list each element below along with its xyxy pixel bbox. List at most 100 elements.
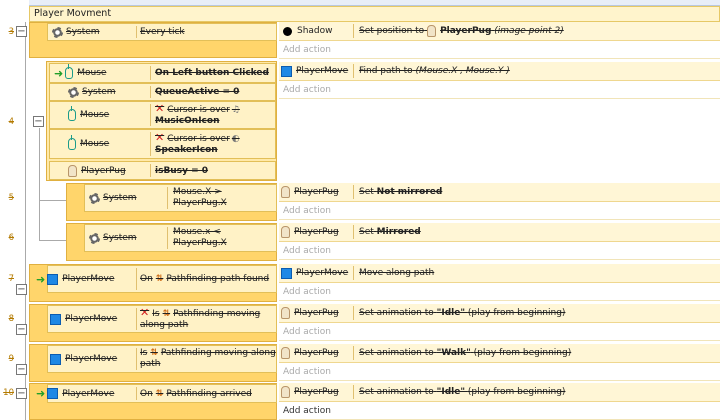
condition-row[interactable]: System QueueActive = 0 [49, 83, 276, 101]
add-action-link[interactable]: Add action [279, 363, 720, 381]
condition-row[interactable]: PlayerPug isBusy = 0 [49, 161, 276, 180]
action-row[interactable]: PlayerPug Set Not mirrored [279, 183, 720, 202]
condition-text: isBusy = 0 [155, 165, 209, 176]
action-row[interactable]: Shadow Set position to PlayerPug (image … [279, 22, 720, 41]
condition-row[interactable]: Mouse ✕ Cursor is over ◐ SpeakerIcon [49, 129, 276, 159]
condition-row[interactable]: ➜ PlayerMove On ⇅ Pathfinding arrived [36, 384, 277, 403]
condition-target: SpeakerIcon [155, 145, 218, 155]
pathfinding-behavior-icon [47, 388, 59, 399]
condition-row[interactable]: ➜ PlayerMove On ⇅ Pathfinding path found [36, 265, 277, 293]
action-params: (Mouse.X , Mouse.Y ) [415, 66, 510, 76]
action-object: PlayerPug [294, 387, 339, 397]
action-object: PlayerPug [294, 348, 339, 358]
pathfinding-behavior-icon [281, 65, 292, 77]
condition-text: Mouse.x < PlayerPug.X [173, 227, 227, 248]
add-action-link[interactable]: Add action [279, 202, 720, 220]
action-row[interactable]: PlayerPug Set Mirrored [279, 223, 720, 242]
condition-text: Cursor is over [167, 105, 230, 115]
collapse-toggle[interactable]: − [16, 324, 27, 335]
condition-object: System [103, 193, 137, 203]
collapse-toggle[interactable]: − [16, 26, 27, 37]
group-title: Player Movment [34, 8, 112, 19]
action-text: Set [359, 227, 374, 237]
add-action-link[interactable]: Add action [279, 41, 720, 59]
condition-row[interactable]: System Mouse.x < PlayerPug.X [84, 224, 277, 252]
condition-object: Mouse [80, 110, 110, 120]
condition-object: Mouse [77, 68, 107, 78]
trigger-arrow-icon: ➜ [36, 387, 46, 400]
action-text: Set animation to [359, 387, 434, 397]
pug-icon [281, 226, 290, 238]
path-icon: ⇅ [155, 388, 164, 399]
condition-object: PlayerMove [65, 314, 118, 324]
condition-row[interactable]: Mouse ✕ Cursor is over ♫ MusicOnIcon [49, 101, 276, 129]
gear-icon [68, 86, 79, 98]
action-row[interactable]: PlayerPug Set animation to "Idle" (play … [279, 304, 720, 323]
gear-icon [89, 232, 100, 244]
condition-prefix: Is [140, 348, 148, 358]
condition-text: QueueActive = 0 [155, 87, 240, 97]
collapse-toggle[interactable]: − [33, 116, 44, 127]
action-text: Find path to [359, 66, 413, 76]
condition-prefix: On [140, 273, 153, 284]
event-number: 4 [8, 117, 14, 127]
action-row[interactable]: PlayerPug Set animation to "Idle" (play … [279, 383, 720, 402]
mouse-icon [68, 135, 76, 150]
condition-object: PlayerPug [81, 165, 126, 176]
event-block[interactable]: PlayerMove Is ⇅ Pathfinding moving along p… [29, 344, 277, 382]
add-action-link[interactable]: Add action [279, 323, 720, 341]
event-number: 5 [8, 193, 14, 203]
condition-row[interactable]: ➜ Mouse On Left button Clicked [49, 63, 276, 83]
group-header[interactable]: Player Movment [29, 6, 720, 22]
collapse-toggle[interactable]: − [16, 364, 27, 375]
pug-icon [427, 25, 437, 37]
music-icon: ♫ [231, 105, 240, 115]
action-params: (play from beginning) [473, 348, 572, 358]
pathfinding-behavior-icon [50, 313, 61, 325]
action-object: PlayerPug [294, 227, 339, 237]
action-object: PlayerPug [294, 187, 339, 197]
pathfinding-behavior-icon [281, 267, 292, 279]
condition-text: Every tick [140, 27, 185, 37]
action-value: Mirrored [376, 227, 421, 237]
action-row[interactable]: PlayerPug Set animation to "Walk" (play … [279, 344, 720, 363]
condition-row[interactable]: System Every tick [47, 23, 277, 41]
shadow-icon [283, 26, 292, 36]
pug-icon [281, 307, 290, 319]
condition-text: Pathfinding arrived [166, 388, 252, 399]
invert-x-icon: ✕ [155, 131, 165, 144]
action-object: PlayerMove [296, 268, 349, 278]
event-block[interactable]: ➜ PlayerMove On ⇅ Pathfinding path found [29, 264, 277, 302]
condition-text: On Left button Clicked [155, 68, 269, 78]
event-block[interactable]: ➜ PlayerMove On ⇅ Pathfinding arrived [29, 383, 277, 420]
collapse-toggle[interactable]: − [16, 284, 27, 295]
condition-object: PlayerMove [62, 274, 115, 284]
add-action-link[interactable]: Add action [279, 402, 720, 420]
condition-row[interactable]: PlayerMove Is ⇅ Pathfinding moving along p… [47, 345, 277, 373]
add-action-link[interactable]: Add action [279, 242, 720, 260]
action-text: Set [359, 187, 374, 197]
action-text: Set animation to [359, 348, 434, 358]
tree-branch [39, 200, 67, 201]
condition-text: Cursor is over [167, 134, 230, 144]
path-icon: ⇅ [162, 309, 171, 319]
condition-object: PlayerMove [65, 354, 118, 364]
event-number: 10 [3, 388, 14, 398]
add-action-link[interactable]: Add action [279, 81, 720, 99]
speaker-icon: ◐ [231, 134, 240, 144]
event-block[interactable]: System Mouse.x < PlayerPug.X [66, 223, 277, 261]
action-value: Not mirrored [376, 187, 443, 197]
action-object: PlayerPug [294, 308, 339, 318]
collapse-toggle[interactable]: − [16, 388, 27, 399]
action-object: Shadow [297, 26, 333, 36]
action-object: PlayerMove [296, 66, 349, 76]
add-action-link[interactable]: Add action [279, 283, 720, 301]
action-row[interactable]: PlayerMove Find path to (Mouse.X , Mouse… [279, 62, 720, 81]
event-block[interactable]: System Every tick [29, 22, 277, 58]
event-block[interactable]: ➜ Mouse On Left button Clicked System Que… [46, 61, 277, 181]
condition-row[interactable]: PlayerMove ✕ Is ⇅ Pathfinding moving along … [47, 305, 277, 333]
action-row[interactable]: PlayerMove Move along path [279, 264, 720, 283]
event-block[interactable]: PlayerMove ✕ Is ⇅ Pathfinding moving along … [29, 304, 277, 342]
event-block[interactable]: System Mouse.X > PlayerPug.X [66, 183, 277, 221]
condition-row[interactable]: System Mouse.X > PlayerPug.X [84, 184, 277, 212]
